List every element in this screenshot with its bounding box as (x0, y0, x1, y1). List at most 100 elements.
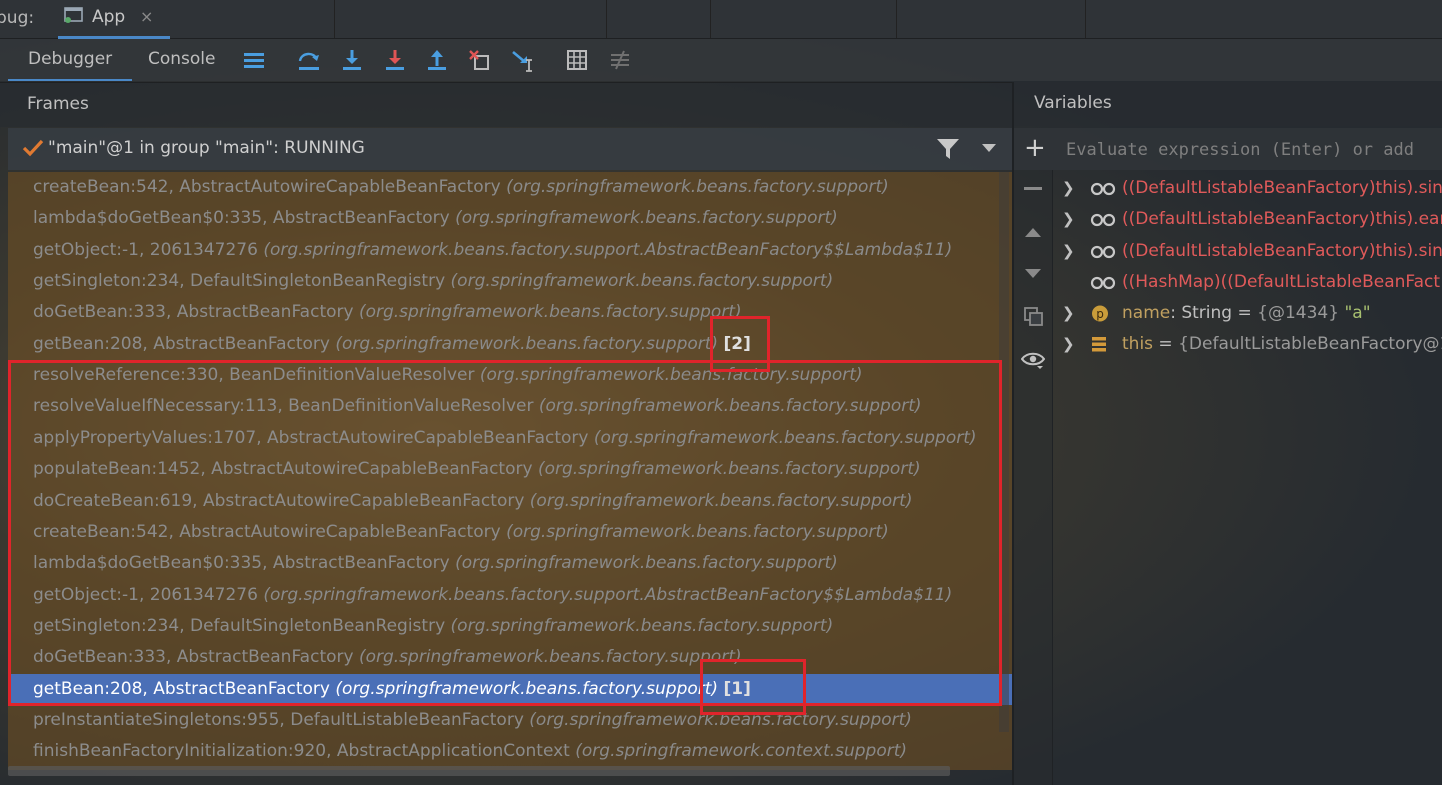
tab-divider (334, 0, 335, 38)
application-icon (64, 7, 83, 23)
watch-row[interactable]: ❯ ((DefaultListableBeanFactory)this).sing (1050, 236, 1442, 267)
frame-row[interactable]: getObject:-1, 2061347276 (org.springfram… (8, 235, 1012, 266)
tab-divider (896, 0, 897, 38)
watch-glasses-icon (1090, 245, 1116, 259)
frame-method: getSingleton:234, DefaultSingletonBeanRe… (33, 271, 446, 292)
frame-row[interactable]: preInstantiateSingletons:955, DefaultLis… (8, 705, 1012, 736)
watch-expression: ((DefaultListableBeanFactory)this).sing (1122, 178, 1442, 198)
variables-title: Variables (1034, 93, 1112, 113)
tab-debugger[interactable]: Debugger (8, 39, 133, 81)
duplicate-watch-icon[interactable] (1023, 306, 1043, 326)
variable-text: ((HashMap)((DefaultListableBeanFact (1122, 267, 1440, 298)
frame-method: getBean:208, AbstractBeanFactory (33, 333, 330, 354)
step-into-icon[interactable] (340, 48, 364, 72)
add-watch-icon[interactable]: + (1024, 133, 1046, 163)
variable-row[interactable]: ❯ p name: String = {@1434} "a" (1050, 298, 1442, 329)
frame-package: (org.springframework.beans.factory.suppo… (263, 239, 953, 260)
frame-method: lambda$doGetBean$0:335, AbstractBeanFact… (33, 208, 450, 229)
close-tab-icon[interactable]: × (140, 7, 153, 26)
watch-glasses-icon (1090, 213, 1116, 227)
frame-package: (org.springframework.beans.factory.suppo… (358, 302, 742, 323)
frame-row[interactable]: getSingleton:234, DefaultSingletonBeanRe… (8, 266, 1012, 297)
frame-method: doGetBean:333, AbstractBeanFactory (33, 302, 354, 323)
watch-row[interactable]: ❯ ((DefaultListableBeanFactory)this).earl (1050, 204, 1442, 235)
variable-value: {@1434} (1257, 303, 1345, 323)
debug-tool-label: bug: (0, 8, 35, 28)
top-tab-strip: bug: App × (0, 0, 1442, 39)
variable-string-value: "a" (1344, 303, 1371, 323)
drop-frame-icon[interactable] (468, 48, 492, 72)
variable-text: name: String = {@1434} "a" (1122, 298, 1371, 329)
chevron-right-icon[interactable]: ❯ (1062, 298, 1075, 329)
variable-row[interactable]: ❯ this = {DefaultListableBeanFactory@1 (1050, 329, 1442, 360)
variable-name: this (1122, 334, 1154, 354)
svg-text:p: p (1096, 307, 1104, 321)
annotation-box-marker-2 (710, 316, 770, 372)
tab-divider (710, 0, 711, 38)
frame-method: finishBeanFactoryInitialization:920, Abs… (33, 741, 570, 762)
annotation-box-marker-1 (700, 659, 806, 715)
frame-row[interactable]: doGetBean:333, AbstractBeanFactory (org.… (8, 297, 1012, 328)
variable-text: ((DefaultListableBeanFactory)this).sing (1122, 236, 1442, 267)
variables-side-toolbar (1014, 170, 1053, 785)
tab-divider (1085, 0, 1086, 38)
frames-header: Frames (0, 82, 1012, 127)
evaluate-expression-input[interactable] (1064, 136, 1442, 164)
tab-console[interactable]: Console (128, 39, 236, 79)
force-step-into-icon[interactable] (383, 48, 407, 72)
watch-row[interactable]: ❯ ((DefaultListableBeanFactory)this).sing (1050, 173, 1442, 204)
evaluate-expression-icon[interactable] (565, 48, 589, 72)
evaluate-bar: + (1014, 128, 1442, 170)
watch-expression: ((DefaultListableBeanFactory)this).earl (1122, 209, 1442, 229)
frame-method: getObject:-1, 2061347276 (33, 239, 258, 260)
chevron-down-icon[interactable] (980, 142, 998, 154)
watch-expression: ((DefaultListableBeanFactory)this).sing (1122, 241, 1442, 261)
variables-header: Variables (1014, 82, 1442, 126)
thread-selector[interactable]: "main"@1 in group "main": RUNNING (8, 128, 1012, 170)
chevron-right-icon[interactable]: ❯ (1062, 204, 1075, 235)
app-tab-label: App (92, 7, 126, 27)
frame-row[interactable]: finishBeanFactoryInitialization:920, Abs… (8, 736, 1012, 767)
variable-text: ((DefaultListableBeanFactory)this).sing (1122, 173, 1442, 204)
remove-watch-icon[interactable] (1024, 186, 1042, 192)
frame-row[interactable]: getBean:208, AbstractBeanFactory (org.sp… (8, 329, 1012, 360)
tab-divider (606, 0, 607, 38)
thread-status: "main"@1 in group "main": RUNNING (48, 138, 365, 158)
move-down-icon[interactable] (1024, 268, 1042, 280)
chevron-right-icon[interactable]: ❯ (1062, 173, 1075, 204)
watch-glasses-icon (1090, 276, 1116, 290)
debugger-toolbar: Debugger Console (0, 39, 1442, 81)
frame-package: (org.springframework.context.support) (575, 741, 908, 762)
chevron-right-icon[interactable]: ❯ (1062, 329, 1075, 360)
checkmark-icon (22, 139, 44, 157)
parameter-icon: p (1092, 305, 1108, 322)
filter-icon[interactable] (936, 138, 960, 160)
show-watches-icon[interactable] (1021, 350, 1045, 370)
move-up-icon[interactable] (1024, 226, 1042, 238)
watch-glasses-icon (1090, 182, 1116, 196)
frame-package: (org.springframework.beans.factory.suppo… (455, 208, 838, 229)
equals-sign: = (1153, 334, 1179, 354)
run-to-cursor-icon[interactable] (511, 48, 535, 72)
variable-text: ((DefaultListableBeanFactory)this).earl (1122, 204, 1442, 235)
trace-stream-icon (611, 50, 629, 70)
watch-expression: ((HashMap)((DefaultListableBeanFact (1122, 272, 1441, 292)
step-over-icon[interactable] (297, 48, 321, 72)
frame-method: preInstantiateSingletons:955, DefaultLis… (33, 709, 524, 730)
app-run-tab[interactable]: App × (58, 0, 170, 39)
frame-method: createBean:542, AbstractAutowireCapableB… (33, 177, 501, 197)
step-out-icon[interactable] (425, 48, 449, 72)
watch-row[interactable]: ((HashMap)((DefaultListableBeanFact (1050, 267, 1442, 298)
variable-value: {DefaultListableBeanFactory@1 (1178, 334, 1442, 354)
chevron-right-icon[interactable]: ❯ (1062, 236, 1075, 267)
horizontal-scrollbar[interactable] (8, 766, 950, 776)
field-icon (1092, 337, 1106, 352)
variable-type: : String (1170, 303, 1233, 323)
equals-sign: = (1232, 303, 1258, 323)
variable-text: this = {DefaultListableBeanFactory@1 (1122, 329, 1442, 360)
frame-row[interactable]: createBean:542, AbstractAutowireCapableB… (8, 172, 1012, 203)
show-execution-point-icon[interactable] (242, 48, 266, 72)
frame-package: (org.springframework.beans.factory.suppo… (506, 177, 889, 197)
annotation-box-recursion (8, 360, 1002, 706)
frame-row[interactable]: lambda$doGetBean$0:335, AbstractBeanFact… (8, 203, 1012, 234)
